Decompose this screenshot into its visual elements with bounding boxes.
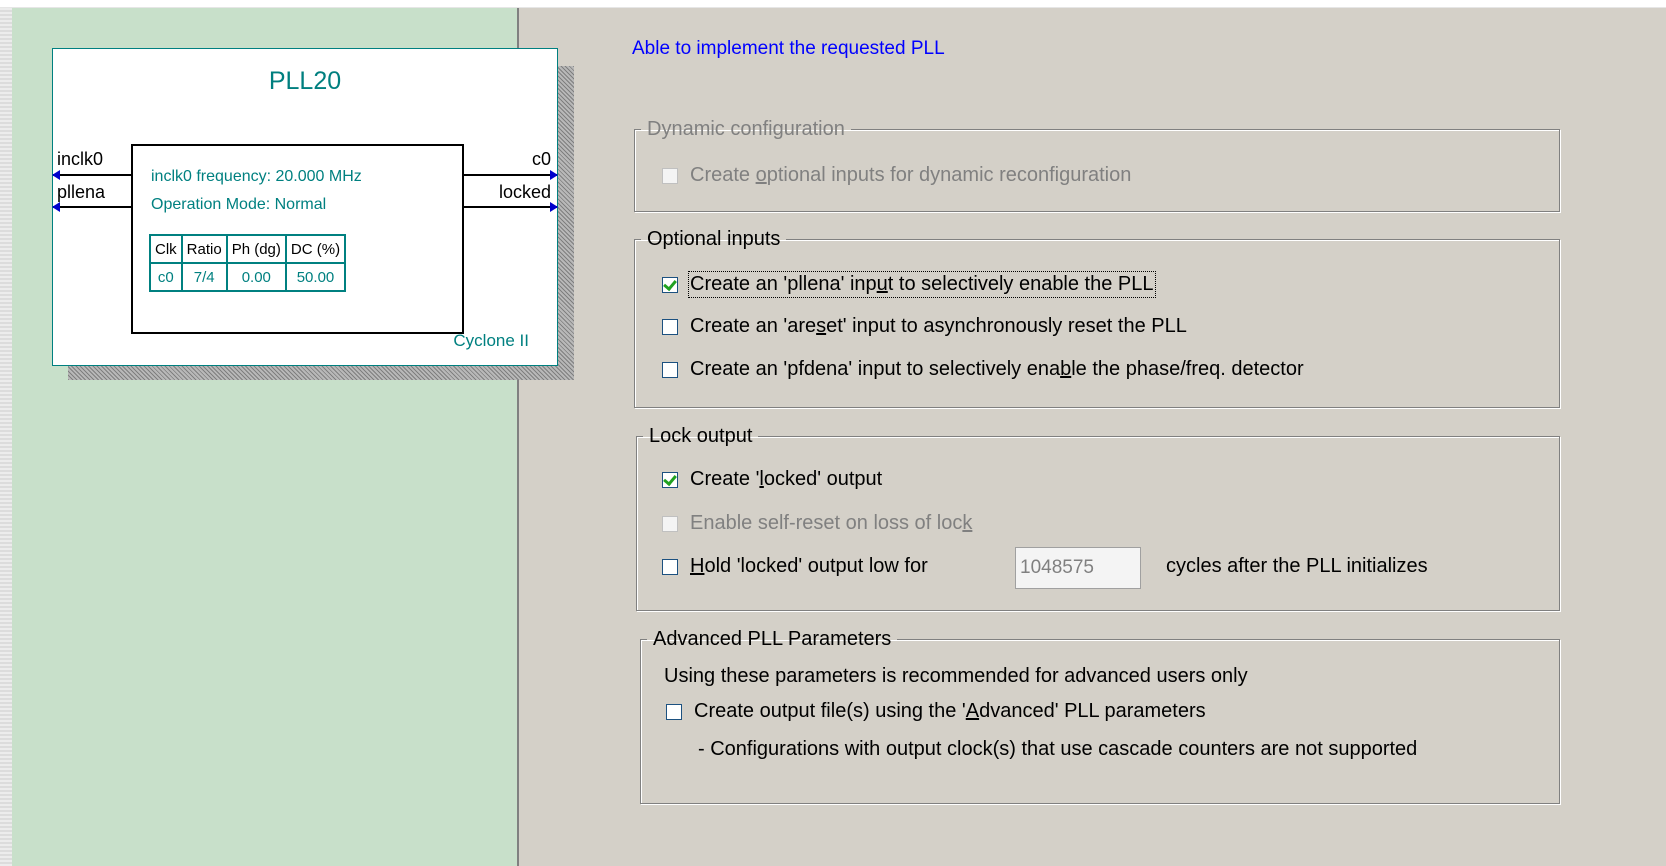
cell-phase: 0.00: [226, 263, 286, 291]
advanced-note: Using these parameters is recommended fo…: [664, 665, 1248, 687]
symbol-title: PLL20: [268, 67, 342, 95]
pfdena-option[interactable]: Create an 'pfdena' input to selectively …: [662, 358, 1304, 381]
clock-table: Clk Ratio Ph (dg) DC (%) c0 7/4 0.00 50.…: [149, 234, 347, 292]
pllena-option[interactable]: Create an 'pllena' input to selectively …: [662, 271, 1156, 298]
table-row: c0 7/4 0.00 50.00: [150, 263, 346, 291]
pin-line-locked: [464, 206, 557, 208]
left-edge-strip: [0, 8, 12, 866]
pin-pllena: pllena: [57, 182, 106, 202]
dynamic-configuration-title: Dynamic configuration: [647, 118, 845, 140]
dynamic-reconfig-checkbox: [662, 167, 678, 184]
create-locked-option[interactable]: Create 'locked' output: [662, 468, 882, 491]
pfdena-label[interactable]: Create an 'pfdena' input to selectively …: [690, 358, 1304, 381]
areset-label[interactable]: Create an 'areset' input to asynchronous…: [690, 315, 1187, 338]
header-clk: Clk: [150, 235, 182, 263]
pin-line-pllena: [53, 206, 131, 208]
pin-arrow-pllena: [52, 202, 60, 212]
dynamic-reconfig-label: Create optional inputs for dynamic recon…: [690, 164, 1132, 186]
pin-inclk0: inclk0: [57, 149, 104, 169]
checkmark-icon: [663, 471, 677, 486]
clock-table-header: Clk Ratio Ph (dg) DC (%): [150, 235, 346, 263]
self-reset-checkbox: [662, 515, 678, 532]
advanced-params-checkbox[interactable]: [666, 703, 682, 720]
pll-wizard-page: PLL20 inclk0 pllena c0 locked inclk0 fre…: [0, 0, 1666, 866]
device-family-label: Cyclone II: [453, 331, 529, 350]
mode-info: Operation Mode: Normal: [151, 196, 327, 213]
areset-option[interactable]: Create an 'areset' input to asynchronous…: [662, 315, 1187, 338]
advanced-pll-title: Advanced PLL Parameters: [653, 628, 892, 650]
lock-output-title: Lock output: [649, 425, 753, 447]
cell-duty-cycle: 50.00: [285, 263, 346, 291]
header-ratio: Ratio: [181, 235, 227, 263]
self-reset-label: Enable self-reset on loss of lock: [690, 512, 973, 534]
areset-checkbox[interactable]: [662, 318, 678, 335]
self-reset-option: Enable self-reset on loss of lock: [662, 512, 972, 535]
pllena-checkbox[interactable]: [662, 276, 678, 293]
pin-line-c0: [464, 174, 557, 176]
pin-line-inclk0: [53, 174, 131, 176]
advanced-footnote: - Configurations with output clock(s) th…: [698, 738, 1418, 760]
dynamic-reconfig-option: Create optional inputs for dynamic recon…: [662, 164, 1131, 187]
hold-locked-checkbox[interactable]: [662, 558, 678, 575]
pfdena-checkbox[interactable]: [662, 361, 678, 378]
pllena-label[interactable]: Create an 'pllena' input to selectively …: [688, 271, 1156, 298]
cell-clk: c0: [150, 263, 182, 291]
frequency-info: inclk0 frequency: 20.000 MHz: [151, 168, 362, 185]
checkmark-icon: [663, 276, 677, 291]
create-locked-label[interactable]: Create 'locked' output: [690, 468, 882, 491]
create-locked-checkbox[interactable]: [662, 471, 678, 488]
pin-arrow-locked: [550, 202, 558, 212]
symbol-core: inclk0 frequency: 20.000 MHz Operation M…: [131, 144, 464, 334]
status-message: Able to implement the requested PLL: [632, 38, 945, 59]
header-phase: Ph (dg): [226, 235, 286, 263]
pin-arrow-c0: [550, 170, 558, 180]
hold-cycles-suffix: cycles after the PLL initializes: [1166, 555, 1428, 577]
pin-arrow-inclk0: [52, 170, 60, 180]
pll-symbol: PLL20 inclk0 pllena c0 locked inclk0 fre…: [52, 48, 558, 366]
pin-locked: locked: [498, 182, 551, 202]
cell-ratio: 7/4: [181, 263, 227, 291]
advanced-params-label[interactable]: Create output file(s) using the 'Advance…: [694, 700, 1206, 723]
hold-cycles-input[interactable]: [1015, 547, 1141, 589]
top-divider: [0, 0, 1666, 8]
hold-locked-option[interactable]: Hold 'locked' output low for: [662, 555, 928, 578]
hold-locked-label[interactable]: Hold 'locked' output low for: [690, 555, 928, 578]
advanced-params-option[interactable]: Create output file(s) using the 'Advance…: [666, 700, 1206, 723]
optional-inputs-title: Optional inputs: [647, 228, 781, 250]
header-duty-cycle: DC (%): [285, 235, 346, 263]
pin-c0: c0: [531, 149, 551, 169]
